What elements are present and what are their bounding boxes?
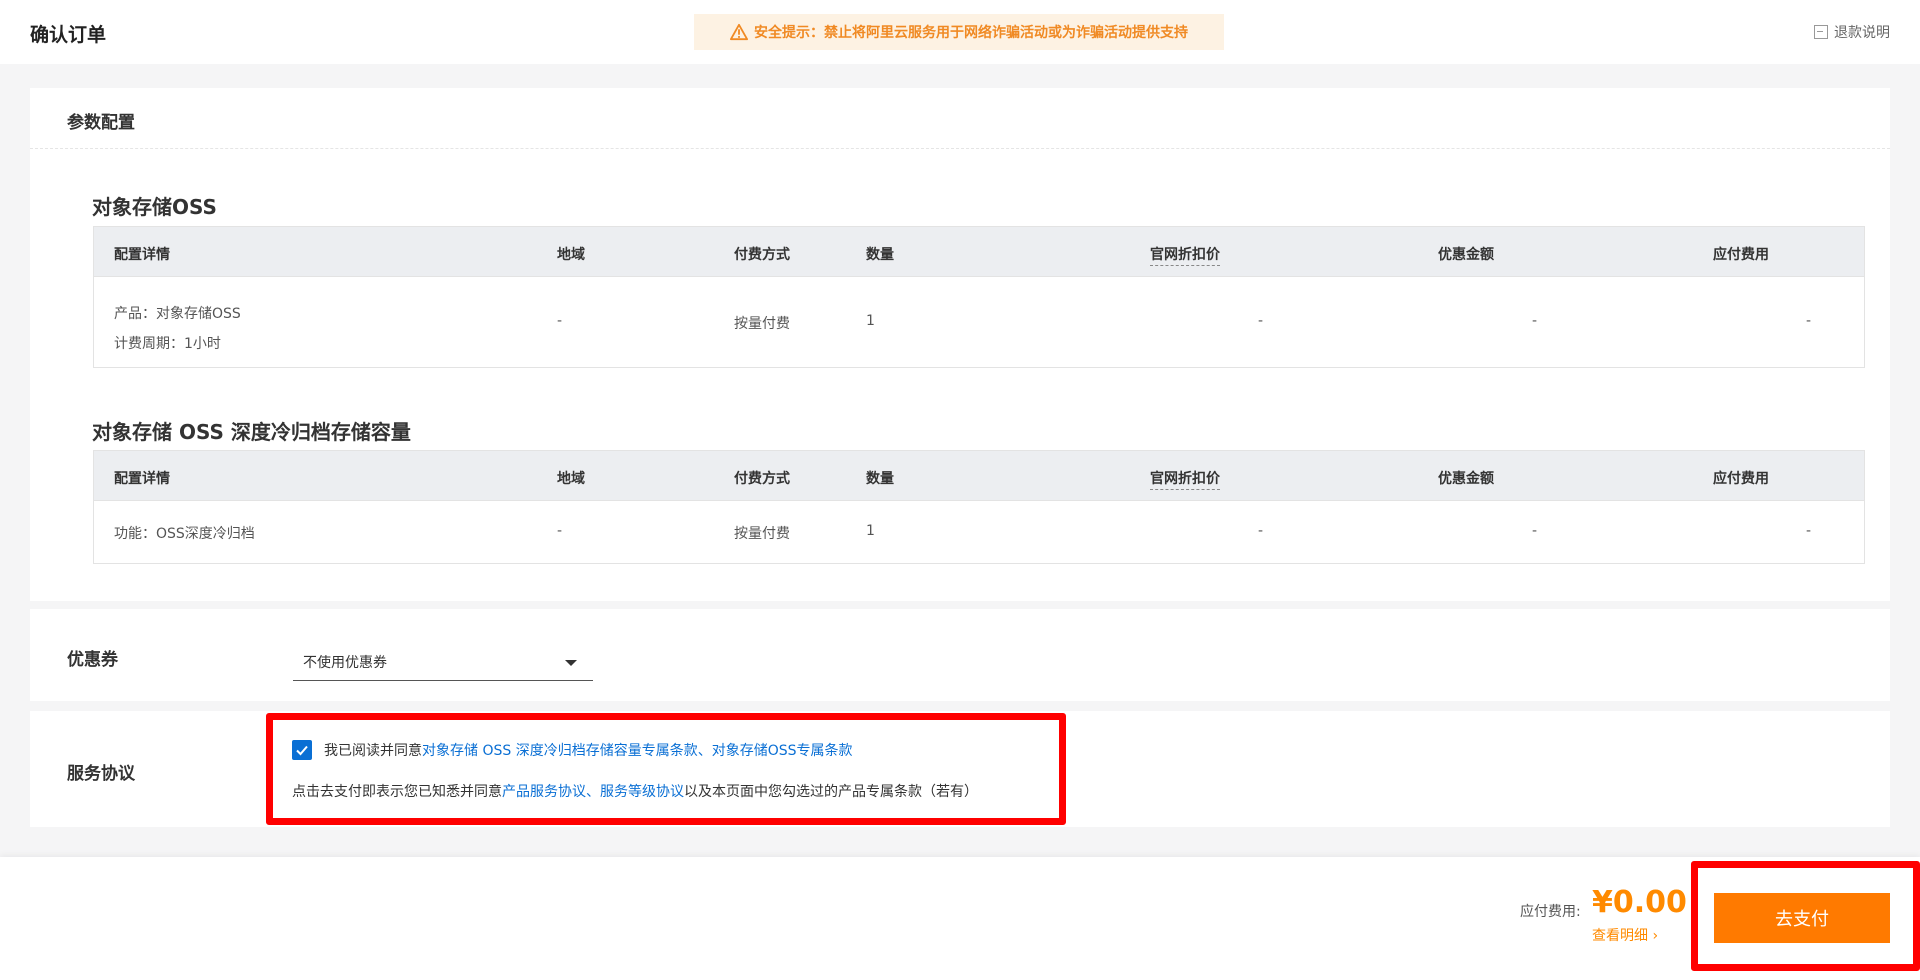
security-warning-banner: 安全提示：禁止将阿里云服务用于网络诈骗活动或为诈骗活动提供支持 [694, 14, 1224, 50]
detail-cycle: 计费周期：1小时 [114, 336, 221, 352]
row-detail: 产品：对象存储OSS 计费周期：1小时 [114, 299, 241, 359]
params-card: 参数配置 对象存储OSS 配置详情 地域 付费方式 数量 官网折扣价 优惠金额 … [30, 88, 1890, 601]
row-payable: - [1806, 523, 1812, 539]
row-discount: - [1532, 313, 1538, 329]
agreement-line-1: 我已阅读并同意 对象存储 OSS 深度冷归档存储容量专属条款 、 对象存储OSS… [292, 740, 853, 760]
chevron-right-icon: › [1652, 928, 1659, 944]
col-quantity: 数量 [866, 247, 894, 263]
exit-icon [1814, 25, 1828, 39]
sla-link[interactable]: 服务等级协议 [600, 784, 684, 800]
agree-prefix: 我已阅读并同意 [324, 743, 422, 759]
section-title-oss: 对象存储OSS [92, 195, 217, 219]
agree-checkbox[interactable] [292, 740, 312, 760]
refund-info-link[interactable]: 退款说明 [1814, 22, 1890, 42]
checkmark-icon [296, 745, 308, 756]
row-region: - [557, 523, 563, 539]
pay-button[interactable]: 去支付 [1714, 893, 1890, 943]
col-list-price[interactable]: 官网折扣价 [1150, 468, 1220, 490]
security-warning-text: 安全提示：禁止将阿里云服务用于网络诈骗活动或为诈骗活动提供支持 [754, 25, 1188, 41]
due-amount: ¥0.00 [1592, 885, 1687, 920]
view-detail-link[interactable]: 查看明细 › [1592, 925, 1658, 945]
product-service-agreement-link[interactable]: 产品服务协议 [502, 784, 586, 800]
row-billing: 按量付费 [734, 316, 790, 332]
col-region: 地域 [557, 247, 585, 263]
caret-down-icon [565, 660, 577, 666]
agreement-label: 服务协议 [67, 764, 135, 784]
col-billing: 付费方式 [734, 471, 790, 487]
coupon-selected-value: 不使用优惠券 [303, 654, 387, 671]
config-table-oss: 配置详情 地域 付费方式 数量 官网折扣价 优惠金额 应付费用 产品：对象存储O… [93, 226, 1865, 368]
deep-archive-terms-link[interactable]: 对象存储 OSS 深度冷归档存储容量专属条款 [422, 740, 698, 760]
row-region: - [557, 313, 563, 329]
col-detail: 配置详情 [114, 471, 170, 487]
table-header: 配置详情 地域 付费方式 数量 官网折扣价 优惠金额 应付费用 [94, 227, 1864, 277]
coupon-card: 优惠券 不使用优惠券 [30, 609, 1890, 701]
row-quantity: 1 [866, 313, 875, 329]
config-table-deep-archive: 配置详情 地域 付费方式 数量 官网折扣价 优惠金额 应付费用 功能：OSS深度… [93, 450, 1865, 564]
params-title: 参数配置 [67, 113, 135, 133]
refund-info-label: 退款说明 [1834, 25, 1890, 41]
row-list-price: - [1258, 523, 1264, 539]
agreement-card: 服务协议 我已阅读并同意 对象存储 OSS 深度冷归档存储容量专属条款 、 对象… [30, 711, 1890, 827]
detail-product: 产品：对象存储OSS [114, 306, 241, 322]
col-payable: 应付费用 [1713, 471, 1769, 487]
terms-separator: 、 [697, 743, 712, 759]
page-header: 确认订单 安全提示：禁止将阿里云服务用于网络诈骗活动或为诈骗活动提供支持 退款说… [0, 0, 1920, 64]
table-header: 配置详情 地域 付费方式 数量 官网折扣价 优惠金额 应付费用 [94, 451, 1864, 501]
col-quantity: 数量 [866, 471, 894, 487]
row-billing: 按量付费 [734, 526, 790, 542]
divider [30, 148, 1890, 149]
agree-notice-prefix: 点击去支付即表示您已知悉并同意 [292, 784, 502, 800]
row-quantity: 1 [866, 523, 875, 539]
coupon-select[interactable]: 不使用优惠券 [293, 643, 593, 681]
row-detail: 功能：OSS深度冷归档 [114, 526, 255, 542]
agreement-separator: 、 [586, 784, 600, 800]
page-title: 确认订单 [30, 24, 107, 46]
col-billing: 付费方式 [734, 247, 790, 263]
agreement-line-2: 点击去支付即表示您已知悉并同意产品服务协议、服务等级协议以及本页面中您勾选过的产… [292, 781, 978, 801]
row-list-price: - [1258, 313, 1264, 329]
checkout-footer: 应付费用: ¥0.00 查看明细 › 去支付 [0, 857, 1920, 980]
due-label: 应付费用: [1520, 904, 1581, 920]
section-title-deep-archive: 对象存储 OSS 深度冷归档存储容量 [92, 420, 411, 444]
highlight-box [266, 713, 1066, 825]
table-row: 功能：OSS深度冷归档 - 按量付费 1 - - - [94, 501, 1864, 563]
col-discount: 优惠金额 [1438, 247, 1494, 263]
view-detail-label: 查看明细 [1592, 928, 1648, 944]
col-region: 地域 [557, 471, 585, 487]
oss-terms-link[interactable]: 对象存储OSS专属条款 [712, 740, 853, 760]
table-row: 产品：对象存储OSS 计费周期：1小时 - 按量付费 1 - - - [94, 277, 1864, 367]
row-discount: - [1532, 523, 1538, 539]
col-list-price[interactable]: 官网折扣价 [1150, 244, 1220, 266]
coupon-label: 优惠券 [67, 650, 118, 670]
agree-notice-suffix: 以及本页面中您勾选过的产品专属条款（若有） [684, 784, 978, 800]
col-discount: 优惠金额 [1438, 471, 1494, 487]
col-detail: 配置详情 [114, 247, 170, 263]
warning-icon [730, 23, 748, 41]
col-payable: 应付费用 [1713, 247, 1769, 263]
row-payable: - [1806, 313, 1812, 329]
